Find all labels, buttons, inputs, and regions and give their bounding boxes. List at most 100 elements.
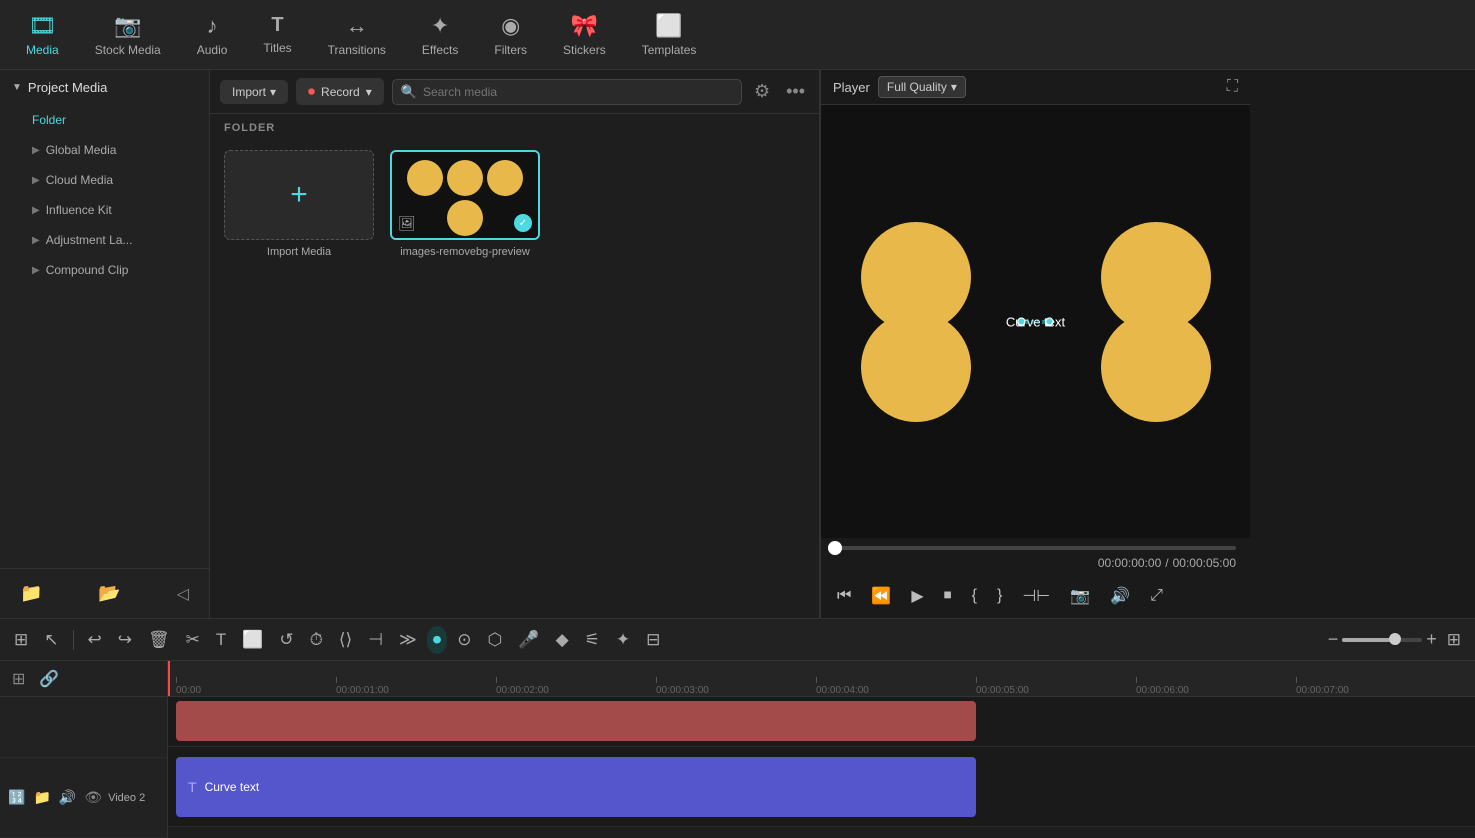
timeline-content: ⊞ 🔗 🔢 📁 🔊 👁 Video 2 00:00: [0, 661, 1475, 838]
mark-in-button[interactable]: {: [966, 583, 983, 609]
scene-button[interactable]: ⊞: [8, 626, 34, 654]
transform-button[interactable]: ⬜: [236, 626, 269, 654]
mask-button[interactable]: ⬡: [482, 626, 509, 654]
search-bar[interactable]: 🔍: [392, 79, 742, 105]
split-button[interactable]: ⊣: [362, 626, 389, 654]
frame-back-button[interactable]: ⏪: [865, 582, 897, 610]
quality-select[interactable]: Full Quality ▾: [878, 76, 966, 98]
main-area: ▼ Project Media Folder ▶ Global Media ▶ …: [0, 70, 1475, 618]
insert-button[interactable]: ⊣⊢: [1016, 582, 1056, 610]
zoom-in-button[interactable]: +: [1426, 629, 1437, 650]
toolbar-transitions[interactable]: ↔ Transitions: [310, 7, 404, 63]
timeline-area: ⊞ ↖ ↩ ↪ 🗑 ✂ T ⬜ ↺ ⏱ ⟨⟩ ⊣ ≫ ⏺ ⊙ ⬡ 🎤 ◆ ⚟ ✦…: [0, 618, 1475, 838]
text-clip[interactable]: T Curve text: [176, 757, 976, 817]
ruler-mark-1: 00:00:01:00: [336, 677, 496, 696]
player-inner: Curve text: [846, 202, 1226, 442]
text-button[interactable]: T: [210, 626, 232, 654]
track-eye-button[interactable]: 👁: [82, 787, 104, 808]
playhead[interactable]: [168, 661, 170, 696]
import-button[interactable]: Import ▾: [220, 80, 288, 104]
circles-thumb[interactable]: 🖼 ✓: [390, 150, 540, 240]
pip-button[interactable]: ⤢: [1144, 583, 1169, 609]
record-button[interactable]: ⏺ Record ▾: [296, 78, 384, 105]
toolbar-media[interactable]: 🎞 Media: [8, 7, 77, 63]
mark-out-button[interactable]: }: [991, 583, 1008, 609]
timeline-track-labels: ⊞ 🔗 🔢 📁 🔊 👁 Video 2: [0, 661, 168, 838]
video-clip[interactable]: [176, 701, 976, 741]
audio-button[interactable]: 🔊: [1104, 582, 1136, 610]
play-button[interactable]: ▶: [905, 582, 929, 610]
grid-button[interactable]: ⊞: [1441, 626, 1467, 654]
video-track: [168, 697, 1475, 747]
replace-button[interactable]: ⊟: [640, 626, 666, 654]
import-label: Import Media: [267, 246, 331, 258]
selection-handle[interactable]: [1021, 320, 1051, 323]
stop-button[interactable]: ⏹: [938, 583, 958, 609]
handle-middle-right[interactable]: [1045, 318, 1053, 326]
record-tl-button[interactable]: ⏺: [427, 626, 448, 654]
mic-button[interactable]: 🎤: [512, 626, 545, 654]
zoom-out-button[interactable]: −: [1328, 629, 1339, 650]
handle-middle-left[interactable]: [1018, 318, 1026, 326]
split-clip-button[interactable]: ⚟: [579, 626, 606, 654]
progress-bar[interactable]: [835, 546, 1236, 550]
motion-track-button[interactable]: ⊙: [451, 626, 477, 654]
toolbar-divider: [73, 630, 74, 650]
sidebar-item-influence-kit[interactable]: ▶ Influence Kit: [0, 195, 209, 225]
select-button[interactable]: ↖: [38, 626, 64, 654]
import-media-item[interactable]: + Import Media: [224, 150, 374, 258]
project-media-header[interactable]: ▼ Project Media: [0, 70, 209, 105]
zoom-slider[interactable]: [1342, 638, 1422, 642]
redo-button[interactable]: ↪: [112, 626, 138, 654]
sidebar-item-folder[interactable]: Folder: [0, 105, 209, 135]
circles-image-item[interactable]: 🖼 ✓ images-removebg-preview: [390, 150, 540, 258]
text-clip-label: Curve text: [205, 780, 260, 794]
timer-button[interactable]: ⏱: [304, 626, 329, 654]
media-icon: 🎞: [28, 13, 56, 39]
toolbar-filters[interactable]: ◉ Filters: [476, 7, 545, 63]
track-name: Video 2: [108, 792, 145, 804]
cut-button[interactable]: ✂: [180, 626, 206, 654]
delete-button[interactable]: 🗑: [142, 626, 176, 654]
zoom-thumb[interactable]: [1389, 633, 1401, 645]
new-folder-button[interactable]: 📁: [14, 579, 48, 608]
toolbar-templates[interactable]: ⬜ Templates: [624, 7, 715, 63]
collapse-sidebar-button[interactable]: ◁: [171, 580, 195, 608]
new-smart-folder-button[interactable]: 📂: [92, 579, 126, 608]
track-folder-button[interactable]: 📁: [31, 787, 52, 808]
snapshot-button[interactable]: 📷: [1064, 582, 1096, 610]
sidebar-item-global-media[interactable]: ▶ Global Media: [0, 135, 209, 165]
add-track-button[interactable]: ⊞: [8, 667, 29, 691]
toolbar-effects[interactable]: ✦ Effects: [404, 7, 476, 63]
stock-media-icon: 📷: [114, 13, 141, 39]
undo-button[interactable]: ↩: [82, 626, 108, 654]
toolbar-stock-media[interactable]: 📷 Stock Media: [77, 7, 179, 63]
rotate-button[interactable]: ↺: [273, 626, 299, 654]
link-button[interactable]: 🔗: [35, 667, 63, 691]
sidebar-item-adjustment-layer[interactable]: ▶ Adjustment La...: [0, 225, 209, 255]
toolbar-titles[interactable]: T Titles: [245, 8, 309, 61]
sidebar-item-compound-clip[interactable]: ▶ Compound Clip: [0, 255, 209, 285]
keyframe-button[interactable]: ◆: [550, 626, 575, 654]
search-input[interactable]: [423, 85, 733, 99]
track-audio-button[interactable]: 🔊: [57, 787, 78, 808]
ruler-tick: [1136, 677, 1137, 683]
progress-thumb[interactable]: [828, 541, 842, 555]
chevron-right-icon: ▶: [32, 235, 40, 246]
titles-icon: T: [271, 14, 283, 37]
more-tl-button[interactable]: ≫: [393, 626, 423, 654]
fullscreen-button[interactable]: ⛶: [1227, 78, 1238, 96]
timeline-ruler[interactable]: 00:00 00:00:01:00 00:00:02:00 00:00:03:0…: [168, 661, 1475, 697]
chevron-down-icon: ▾: [366, 85, 372, 99]
toolbar-audio[interactable]: ♪ Audio: [179, 7, 246, 63]
ai-button[interactable]: ✦: [610, 626, 636, 654]
import-thumb[interactable]: +: [224, 150, 374, 240]
toolbar-stickers[interactable]: 🎀 Stickers: [545, 7, 624, 63]
sidebar-item-cloud-media[interactable]: ▶ Cloud Media: [0, 165, 209, 195]
code-button[interactable]: ⟨⟩: [333, 626, 358, 654]
more-options-button[interactable]: •••: [782, 79, 809, 104]
player-header: Player Full Quality ▾ ⛶: [821, 70, 1250, 105]
skip-backward-button[interactable]: ⏮: [831, 583, 857, 609]
curve-text-overlay: Curve text: [1006, 314, 1065, 329]
filter-button[interactable]: ⚙: [750, 79, 774, 104]
